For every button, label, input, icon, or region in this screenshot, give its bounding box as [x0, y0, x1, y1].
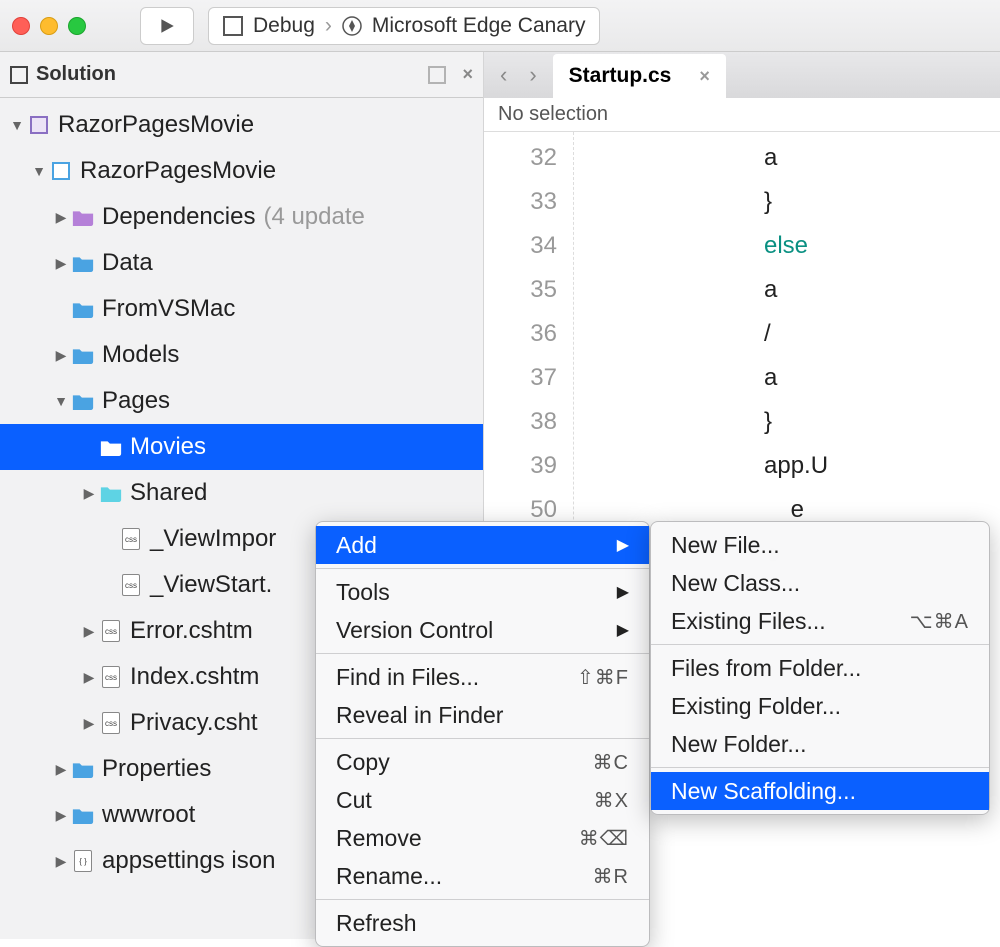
- config-label: Debug: [253, 14, 315, 38]
- compass-icon: [342, 16, 362, 36]
- folder-icon: [71, 254, 95, 272]
- css-file-icon: css: [102, 620, 120, 642]
- folder-fromvsmac[interactable]: ▶ FromVSMac: [0, 286, 483, 332]
- menu-item[interactable]: Refresh: [316, 904, 649, 942]
- minimize-window-button[interactable]: [40, 17, 58, 35]
- menu-item[interactable]: New Class...: [651, 564, 989, 602]
- folder-shared[interactable]: ▶ Shared: [0, 470, 483, 516]
- json-file-icon: { }: [74, 850, 92, 872]
- css-file-icon: css: [122, 528, 140, 550]
- editor-tabbar: ‹ › Startup.cs ×: [484, 52, 1000, 98]
- run-button[interactable]: [140, 7, 194, 45]
- menu-item[interactable]: Reveal in Finder: [316, 696, 649, 734]
- close-window-button[interactable]: [12, 17, 30, 35]
- css-file-icon: css: [102, 666, 120, 688]
- menu-item[interactable]: Cut⌘X: [316, 781, 649, 819]
- css-file-icon: css: [102, 712, 120, 734]
- menu-item[interactable]: Existing Files...⌥⌘A: [651, 602, 989, 640]
- context-menu[interactable]: Add▶ Tools▶Version Control▶ Find in Files.…: [315, 521, 650, 947]
- zoom-window-button[interactable]: [68, 17, 86, 35]
- project-icon: [223, 16, 243, 36]
- menu-item[interactable]: Copy⌘C: [316, 743, 649, 781]
- project-icon: [52, 162, 70, 180]
- detach-pad-icon[interactable]: [428, 66, 446, 84]
- folder-data[interactable]: ▶ Data: [0, 240, 483, 286]
- solution-node[interactable]: ▼ RazorPagesMovie: [0, 102, 483, 148]
- menu-item[interactable]: Version Control▶: [316, 611, 649, 649]
- folder-icon: [71, 806, 95, 824]
- add-submenu[interactable]: New File...New Class...Existing Files...…: [650, 521, 990, 815]
- folder-movies[interactable]: ▶ Movies: [0, 424, 483, 470]
- folder-icon: [71, 760, 95, 778]
- traffic-lights: [12, 17, 86, 35]
- folder-icon: [99, 438, 123, 456]
- solution-icon: [30, 116, 48, 134]
- menu-item[interactable]: New File...: [651, 526, 989, 564]
- folder-icon: [71, 392, 95, 410]
- folder-icon: [99, 484, 123, 502]
- menu-item[interactable]: Rename...⌘R: [316, 857, 649, 895]
- menu-item[interactable]: New Scaffolding...: [651, 772, 989, 810]
- close-pad-icon[interactable]: ×: [462, 64, 473, 85]
- title-bar: Debug › Microsoft Edge Canary: [0, 0, 1000, 52]
- nav-forward-button[interactable]: ›: [523, 62, 542, 88]
- menu-item[interactable]: Add▶: [316, 526, 649, 564]
- menu-item[interactable]: New Folder...: [651, 725, 989, 763]
- dependencies-node[interactable]: ▶ Dependencies (4 update: [0, 194, 483, 240]
- menu-item[interactable]: Find in Files...⇧⌘F: [316, 658, 649, 696]
- chevron-right-icon: ›: [325, 14, 332, 38]
- play-icon: [158, 17, 176, 35]
- editor-breadcrumb[interactable]: No selection: [484, 98, 1000, 132]
- close-tab-icon[interactable]: ×: [699, 66, 710, 87]
- menu-item[interactable]: Remove⌘⌫: [316, 819, 649, 857]
- run-configuration-breadcrumb[interactable]: Debug › Microsoft Edge Canary: [208, 7, 600, 45]
- folder-icon: [71, 208, 95, 226]
- menu-item[interactable]: Files from Folder...: [651, 649, 989, 687]
- project-node[interactable]: ▼ RazorPagesMovie: [0, 148, 483, 194]
- folder-icon: [71, 346, 95, 364]
- folder-pages[interactable]: ▼ Pages: [0, 378, 483, 424]
- folder-icon: [71, 300, 95, 318]
- solution-pad-header: Solution ×: [0, 52, 483, 98]
- target-label: Microsoft Edge Canary: [372, 14, 586, 38]
- editor-tab-startup[interactable]: Startup.cs ×: [553, 54, 726, 98]
- menu-item[interactable]: Tools▶: [316, 573, 649, 611]
- nav-back-button[interactable]: ‹: [494, 62, 513, 88]
- menu-item[interactable]: Existing Folder...: [651, 687, 989, 725]
- css-file-icon: css: [122, 574, 140, 596]
- solution-pad-icon: [10, 66, 28, 84]
- folder-models[interactable]: ▶ Models: [0, 332, 483, 378]
- solution-pad-title: Solution: [36, 63, 116, 86]
